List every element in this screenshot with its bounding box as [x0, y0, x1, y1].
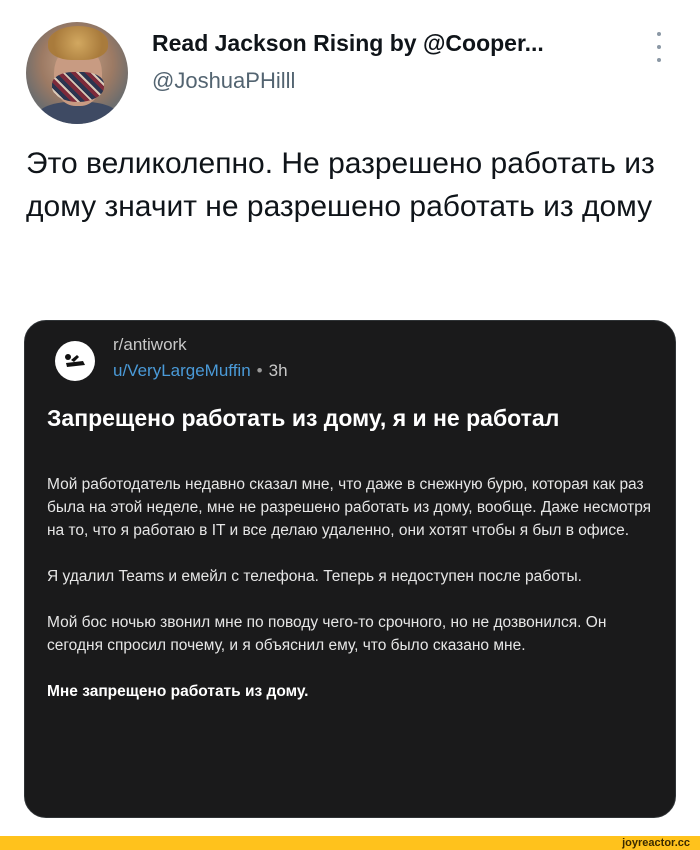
footer-bar	[0, 836, 700, 850]
post-time: 3h	[268, 361, 288, 380]
subreddit-name[interactable]: r/antiwork	[113, 335, 187, 355]
post-paragraph: Мой работодатель недавно сказал мне, что…	[47, 476, 652, 539]
reclining-figure-icon	[65, 354, 85, 367]
post-meta: u/VeryLargeMuffin • 3h	[113, 361, 288, 381]
tweet-text: Это великолепно. Не разрешено работать и…	[26, 147, 655, 223]
user-avatar[interactable]	[26, 22, 128, 124]
user-handle[interactable]: @JoshuaPHilll	[152, 68, 295, 94]
display-name[interactable]: Read Jackson Rising by @Cooper...	[152, 30, 544, 57]
more-options-icon[interactable]	[652, 32, 666, 62]
post-username[interactable]: u/VeryLargeMuffin	[113, 361, 251, 380]
subreddit-icon	[55, 341, 95, 381]
meta-separator: •	[256, 361, 263, 380]
more-dot	[657, 58, 661, 62]
avatar-mask	[52, 72, 104, 102]
more-dot	[657, 45, 661, 49]
post-paragraph: Я удалил Teams и емейл с телефона. Тепер…	[47, 568, 582, 585]
reddit-post-card[interactable]: r/antiwork u/VeryLargeMuffin • 3h Запрещен…	[24, 320, 676, 818]
post-body: Мой работодатель недавно сказал мне, что…	[47, 473, 659, 726]
post-closing-line: Мне запрещено работать из дому.	[47, 683, 309, 700]
post-paragraph: Мой бос ночью звонил мне по поводу чего-…	[47, 614, 607, 654]
site-watermark: joyreactor.cc	[622, 837, 690, 849]
avatar-hair	[48, 26, 108, 60]
more-dot	[657, 32, 661, 36]
post-title: Запрещено работать из дому, я и не работ…	[47, 405, 560, 431]
